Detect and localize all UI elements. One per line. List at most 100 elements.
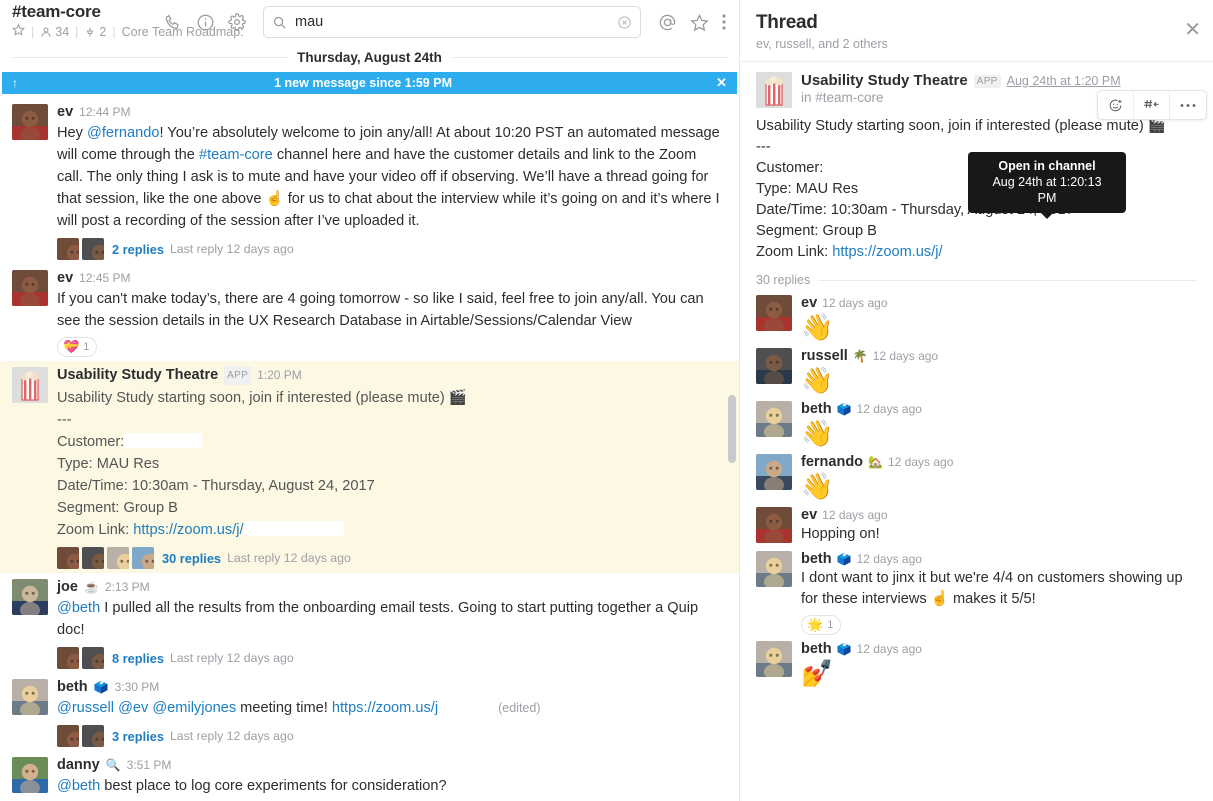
replies-count[interactable]: 8 replies — [112, 651, 164, 666]
thread-reply-timestamp[interactable]: 12 days ago — [888, 455, 953, 469]
hyperlink[interactable]: https://zoom.us/j/ — [133, 522, 243, 538]
more-actions-icon[interactable] — [1170, 91, 1206, 119]
replies-last-reply: Last reply 12 days ago — [169, 729, 294, 743]
gear-icon[interactable] — [221, 6, 253, 38]
app-field-zoom-link: Zoom Link: https://zoom.us/j/ — [57, 519, 721, 541]
avatar[interactable] — [756, 401, 792, 437]
thread-reply-timestamp[interactable]: 12 days ago — [857, 552, 922, 566]
message-body: joe ☕ 2:13 PM @beth I pulled all the result… — [57, 579, 721, 669]
message-timestamp[interactable]: 12:45 PM — [79, 270, 130, 287]
info-icon[interactable] — [189, 6, 221, 38]
new-messages-banner[interactable]: ↑ 1 new message since 1:59 PM ✕ — [2, 72, 737, 94]
thread-reply-body: ev 12 days ago 👋 — [801, 295, 1197, 342]
thread-reply-author[interactable]: beth — [801, 401, 832, 417]
replies-count[interactable]: 3 replies — [112, 729, 164, 744]
thread-reply: ev 12 days ago 👋 — [740, 291, 1213, 344]
hyperlink[interactable]: https://zoom.us/j — [332, 700, 438, 716]
thread-root-timestamp[interactable]: Aug 24th at 1:20 PM — [1007, 74, 1121, 88]
thread-replies-bar[interactable]: 2 replies Last reply 12 days ago — [57, 238, 721, 260]
thread-participants: ev, russell, and 2 others — [756, 37, 888, 51]
mention-link[interactable]: @beth — [57, 600, 100, 616]
avatar[interactable] — [756, 295, 792, 331]
members-count-button[interactable]: 34 — [40, 24, 69, 40]
divider: | — [75, 24, 79, 39]
thread-reply-timestamp[interactable]: 12 days ago — [873, 349, 938, 363]
thread-replies-bar[interactable]: 3 replies Last reply 12 days ago — [57, 725, 721, 747]
reaction-badge[interactable]: 🌟 1 — [801, 615, 842, 635]
message-author[interactable]: danny — [57, 757, 100, 774]
thread-reply-author[interactable]: ev — [801, 295, 817, 311]
search-input[interactable] — [287, 14, 617, 30]
thread-reply-timestamp[interactable]: 12 days ago — [822, 296, 887, 310]
avatar[interactable] — [12, 104, 48, 140]
message-timestamp[interactable]: 1:20 PM — [257, 367, 302, 384]
thread-replies-bar[interactable]: 30 replies Last reply 12 days ago — [57, 547, 721, 569]
thread-reply-timestamp[interactable]: 12 days ago — [857, 642, 922, 656]
reaction-badge[interactable]: 💝 1 — [57, 337, 98, 357]
avatar[interactable] — [756, 348, 792, 384]
status-emoji: 🔍 — [105, 758, 121, 772]
thread-reply-timestamp[interactable]: 12 days ago — [822, 508, 887, 522]
avatar[interactable] — [12, 757, 48, 793]
redacted-value — [942, 243, 1043, 258]
thread-reply-header: beth 🗳️ 12 days ago — [801, 641, 1197, 657]
channel-link[interactable]: #team-core — [199, 147, 273, 163]
clear-circle-icon[interactable] — [617, 15, 632, 30]
thread-reply-author[interactable]: fernando — [801, 454, 863, 470]
hyperlink[interactable]: https://zoom.us/j/ — [832, 244, 942, 260]
mention-link[interactable]: @russell — [57, 700, 114, 716]
close-icon[interactable]: ✕ — [1184, 20, 1201, 40]
message-text: If you can't make today’s, there are 4 g… — [57, 291, 704, 329]
replies-count[interactable]: 30 replies — [162, 551, 221, 566]
avatar[interactable] — [12, 579, 48, 615]
thread-reply-author[interactable]: beth — [801, 551, 832, 567]
thread-reply-timestamp[interactable]: 12 days ago — [857, 402, 922, 416]
avatar[interactable] — [756, 454, 792, 490]
search-box[interactable] — [263, 6, 641, 38]
share-to-channel-icon[interactable] — [1134, 91, 1170, 119]
phone-icon[interactable] — [157, 6, 189, 38]
mention-link[interactable]: @beth — [57, 778, 100, 794]
mention-link[interactable]: @ev — [118, 700, 148, 716]
channel-header: #team-core | 34 | 2 | Core Team Roadmap: — [0, 0, 739, 44]
star-icon[interactable] — [683, 6, 715, 38]
new-messages-label: 1 new message since 1:59 PM — [274, 76, 452, 90]
message-timestamp[interactable]: 3:30 PM — [115, 679, 160, 696]
replies-count[interactable]: 2 replies — [112, 242, 164, 257]
avatar[interactable] — [756, 641, 792, 677]
close-icon[interactable]: ✕ — [708, 75, 727, 91]
message-timestamp[interactable]: 2:13 PM — [105, 579, 150, 596]
star-icon[interactable] — [11, 23, 26, 40]
thread-replies-bar[interactable]: 8 replies Last reply 12 days ago — [57, 647, 721, 669]
kebab-menu-icon[interactable] — [715, 6, 733, 38]
mention-link[interactable]: @emilyjones — [152, 700, 236, 716]
add-reaction-icon[interactable] — [1098, 91, 1134, 119]
at-icon[interactable] — [651, 6, 683, 38]
pin-icon — [87, 27, 94, 36]
message-author[interactable]: ev — [57, 104, 73, 121]
avatar[interactable] — [756, 507, 792, 543]
mention-link[interactable]: @fernando — [87, 125, 159, 141]
thread-reply-body: fernando 🏡 12 days ago 👋 — [801, 454, 1197, 501]
avatar[interactable] — [756, 551, 792, 587]
avatar[interactable] — [12, 367, 48, 403]
app-field-customer: Customer: — [57, 431, 721, 453]
avatar[interactable] — [12, 679, 48, 715]
avatar[interactable] — [12, 270, 48, 306]
message-author[interactable]: Usability Study Theatre — [57, 367, 218, 384]
message-author[interactable]: ev — [57, 270, 73, 287]
thread-reply-text: I dont want to jinx it but we're 4/4 on … — [801, 570, 1183, 607]
message-timestamp[interactable]: 12:44 PM — [79, 104, 130, 121]
message-author[interactable]: joe — [57, 579, 78, 596]
status-emoji: 🏡 — [868, 455, 883, 469]
thread-reply-author[interactable]: russell — [801, 348, 848, 364]
thread-reply-text: 👋 — [801, 312, 834, 342]
thread-reply-author[interactable]: beth — [801, 641, 832, 657]
message-header: Usability Study Theatre APP 1:20 PM — [57, 366, 721, 386]
avatar — [57, 725, 79, 747]
message-timestamp[interactable]: 3:51 PM — [127, 757, 172, 774]
thread-reply-author[interactable]: ev — [801, 507, 817, 523]
channel-scrollbar-thumb[interactable] — [728, 395, 736, 463]
message-author[interactable]: beth — [57, 679, 88, 696]
pins-count-button[interactable]: 2 — [84, 24, 106, 40]
